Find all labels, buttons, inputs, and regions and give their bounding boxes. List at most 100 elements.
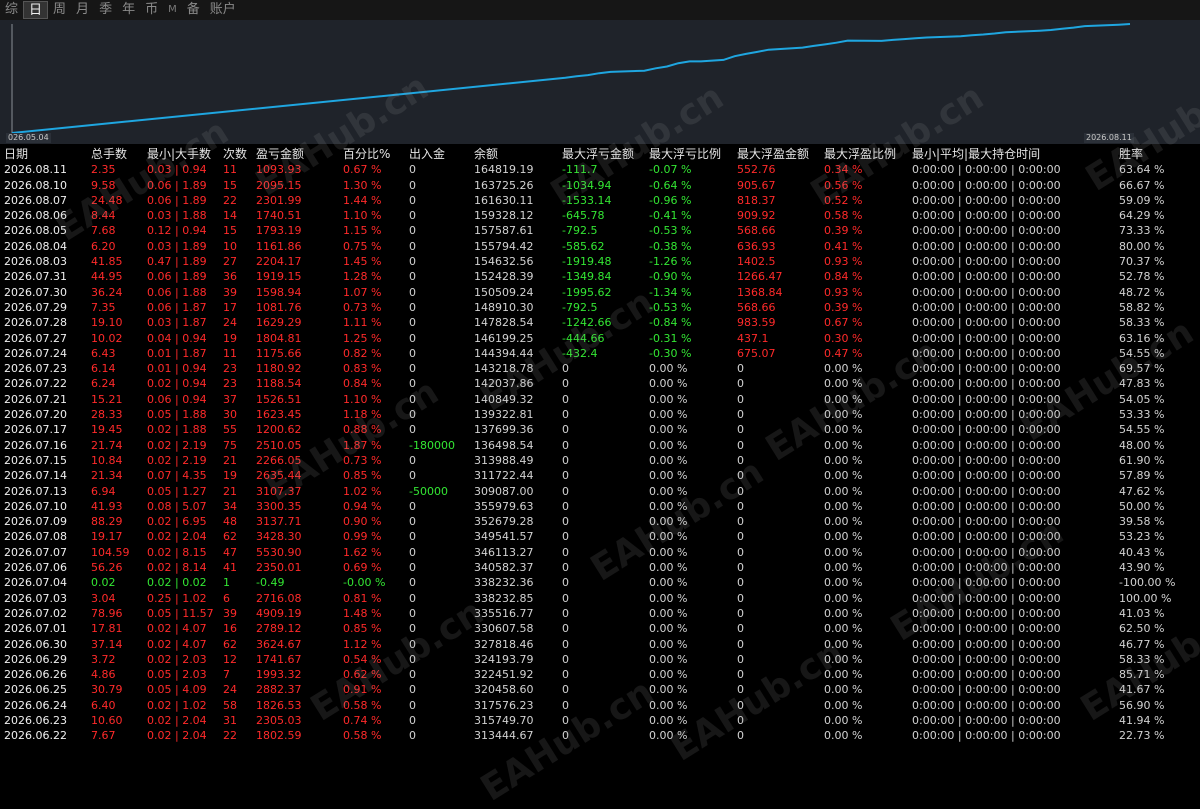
table-row[interactable]: 2026.07.27 10.02 0.04 | 0.94 19 1804.81 1.25 … [0,331,1200,346]
cell-maxdd_amt: 0 [562,683,569,697]
table-row[interactable]: 2026.07.06 56.26 0.02 | 8.14 41 2350.01 0.69 … [0,560,1200,575]
total-lots-header[interactable]: 总手数 [91,147,127,162]
table-row[interactable]: 2026.07.03 3.04 0.25 | 1.02 6 2716.08 0.81 % 0… [0,591,1200,606]
cell-maxfp_amt: 0 [737,362,744,376]
tab-weekly[interactable]: 周 [48,1,71,19]
tab-daily[interactable]: 日 [23,1,49,19]
percent-header[interactable]: 百分比% [343,147,390,162]
cell-lots: 28.33 [91,408,123,422]
cell-flow: 0 [409,453,416,467]
cell-count: 27 [223,255,237,269]
table-row[interactable]: 2026.07.07 104.59 0.02 | 8.15 47 5530.90 1.62… [0,545,1200,560]
max-floating-profit-pct-header[interactable]: 最大浮盈比例 [824,147,896,162]
trade-count-header[interactable]: 次数 [223,147,247,162]
table-row[interactable]: 2026.07.02 78.96 0.05 | 11.57 39 4909.19 1.48… [0,606,1200,621]
table-row[interactable]: 2026.08.10 9.58 0.06 | 1.89 15 2095.15 1.30 %… [0,178,1200,193]
table-row[interactable]: 2026.07.10 41.93 0.08 | 5.07 34 3300.35 0.94 … [0,499,1200,514]
table-row[interactable]: 2026.07.17 19.45 0.02 | 1.88 55 1200.62 0.88 … [0,422,1200,437]
table-row[interactable]: 2026.07.28 19.10 0.03 | 1.87 24 1629.29 1.11 … [0,315,1200,330]
tab-quarterly[interactable]: 季 [94,1,117,19]
min-max-lots-header[interactable]: 最小|大手数 [147,147,211,162]
win-rate-header[interactable]: 胜率 [1119,147,1143,162]
cell-pct: 1.44 % [343,193,382,207]
cell-minmax: 0.12 | 0.94 [147,224,207,238]
cell-hold: 0:00:00 | 0:00:00 | 0:00:00 [912,331,1061,345]
cell-flow: 0 [409,637,416,651]
table-row[interactable]: 2026.07.24 6.43 0.01 | 1.87 11 1175.66 0.82 %… [0,346,1200,361]
table-row[interactable]: 2026.07.23 6.14 0.01 | 0.94 23 1180.92 0.83 %… [0,361,1200,376]
table-row[interactable]: 2026.06.29 3.72 0.02 | 2.03 12 1741.67 0.54 %… [0,652,1200,667]
pnl-header[interactable]: 盈亏金额 [256,147,304,162]
table-row[interactable]: 2026.07.01 17.81 0.02 | 4.07 16 2789.12 0.85 … [0,621,1200,636]
tab-summary[interactable]: 综 [0,1,23,19]
cell-minmax: 0.06 | 0.94 [147,392,207,406]
cell-date: 2026.07.30 [4,285,67,299]
table-row[interactable]: 2026.07.31 44.95 0.06 | 1.89 36 1919.15 1.28 … [0,269,1200,284]
tab-monthly[interactable]: 月 [71,1,94,19]
cell-pct: 0.67 % [343,163,382,177]
cell-maxfp_pct: 0.00 % [824,408,863,422]
cell-win: 48.00 % [1119,438,1165,452]
holding-time-header[interactable]: 最小|平均|最大持仓时间 [912,147,1040,162]
cell-balance: 157587.61 [474,224,534,238]
table-row[interactable]: 2026.06.26 4.86 0.05 | 2.03 7 1993.32 0.62 % 0… [0,667,1200,682]
cell-maxfp_amt: 0 [737,591,744,605]
table-row[interactable]: 2026.08.07 24.48 0.06 | 1.89 22 2301.99 1.44 … [0,193,1200,208]
table-row[interactable]: 2026.07.14 21.34 0.07 | 4.35 19 2635.44 0.85 … [0,468,1200,483]
table-row[interactable]: 2026.07.20 28.33 0.05 | 1.88 30 1623.45 1.18 … [0,407,1200,422]
table-row[interactable]: 2026.08.05 7.68 0.12 | 0.94 15 1793.19 1.15 %… [0,223,1200,238]
table-row[interactable]: 2026.06.23 10.60 0.02 | 2.04 31 2305.03 0.74 … [0,713,1200,728]
tab-symbol[interactable]: 币 [140,1,163,19]
table-row[interactable]: 2026.06.30 37.14 0.02 | 4.07 62 3624.67 1.12 … [0,637,1200,652]
table-row[interactable]: 2026.07.30 36.24 0.06 | 1.88 39 1598.94 1.07 … [0,285,1200,300]
cell-maxfp_amt: 905.67 [737,178,776,192]
table-row[interactable]: 2026.07.29 7.35 0.06 | 1.87 17 1081.76 0.73 %… [0,300,1200,315]
table-row[interactable]: 2026.07.21 15.21 0.06 | 0.94 37 1526.51 1.10 … [0,392,1200,407]
table-row[interactable]: 2026.07.22 6.24 0.02 | 0.94 23 1188.54 0.84 %… [0,376,1200,391]
table-row[interactable]: 2026.08.04 6.20 0.03 | 1.89 10 1161.86 0.75 %… [0,239,1200,254]
cell-maxfp_amt: 0 [737,668,744,682]
date-header[interactable]: 日期 [4,147,28,162]
tab-yearly[interactable]: 年 [117,1,140,19]
cell-pct: 0.74 % [343,713,382,727]
cell-maxfp_amt: 0 [737,729,744,743]
cell-lots: 78.96 [91,606,123,620]
table-row[interactable]: 2026.06.25 30.79 0.05 | 4.09 24 2882.37 0.91 … [0,682,1200,697]
table-row[interactable]: 2026.07.08 19.17 0.02 | 2.04 62 3428.30 0.99 … [0,529,1200,544]
cell-hold: 0:00:00 | 0:00:00 | 0:00:00 [912,408,1061,422]
cell-pnl: 1629.29 [256,316,302,330]
cell-maxdd_pct: 0.00 % [649,408,688,422]
cell-hold: 0:00:00 | 0:00:00 | 0:00:00 [912,193,1061,207]
table-row[interactable]: 2026.07.09 88.29 0.02 | 6.95 48 3137.71 0.90 … [0,514,1200,529]
table-row[interactable]: 2026.06.22 7.67 0.02 | 2.04 22 1802.59 0.58 %… [0,728,1200,743]
table-row[interactable]: 2026.07.15 10.84 0.02 | 2.19 21 2266.05 0.73 … [0,453,1200,468]
tab-notes[interactable]: 备 [182,1,205,19]
cell-maxfp_pct: 0.00 % [824,698,863,712]
table-row[interactable]: 2026.07.04 0.02 0.02 | 0.02 1 -0.49 -0.00 % 0 3… [0,575,1200,590]
cell-win: 58.82 % [1119,300,1165,314]
cell-pnl: 1175.66 [256,346,302,360]
cell-flow: 0 [409,515,416,529]
deposit-withdraw-header[interactable]: 出入金 [409,147,445,162]
max-floating-loss-header[interactable]: 最大浮亏金额 [562,147,634,162]
cell-pnl: 1093.93 [256,163,302,177]
cell-flow: 0 [409,346,416,360]
tab-m[interactable]: M [163,1,182,19]
cell-maxdd_pct: 0.00 % [649,683,688,697]
table-row[interactable]: 2026.06.24 6.40 0.02 | 1.02 58 1826.53 0.58 %… [0,698,1200,713]
table-row[interactable]: 2026.08.03 41.85 0.47 | 1.89 27 2204.17 1.45 … [0,254,1200,269]
max-floating-profit-header[interactable]: 最大浮盈金额 [737,147,809,162]
cell-balance: 154632.56 [474,255,534,269]
cell-lots: 6.43 [91,346,116,360]
tab-account[interactable]: 账户 [205,1,241,19]
cell-date: 2026.06.26 [4,668,67,682]
table-row[interactable]: 2026.07.16 21.74 0.02 | 2.19 75 2510.05 1.87 … [0,438,1200,453]
max-floating-loss-pct-header[interactable]: 最大浮亏比例 [649,147,721,162]
balance-header[interactable]: 余额 [474,147,498,162]
table-row[interactable]: 2026.08.11 2.35 0.03 | 0.94 11 1093.93 0.67 %… [0,162,1200,177]
cell-maxfp_pct: 0.30 % [824,331,863,345]
cell-maxdd_pct: -0.30 % [649,346,692,360]
cell-minmax: 0.02 | 1.88 [147,423,207,437]
table-row[interactable]: 2026.07.13 6.94 0.05 | 1.27 21 3107.37 1.02 %… [0,484,1200,499]
table-row[interactable]: 2026.08.06 8.44 0.03 | 1.88 14 1740.51 1.10 %… [0,208,1200,223]
